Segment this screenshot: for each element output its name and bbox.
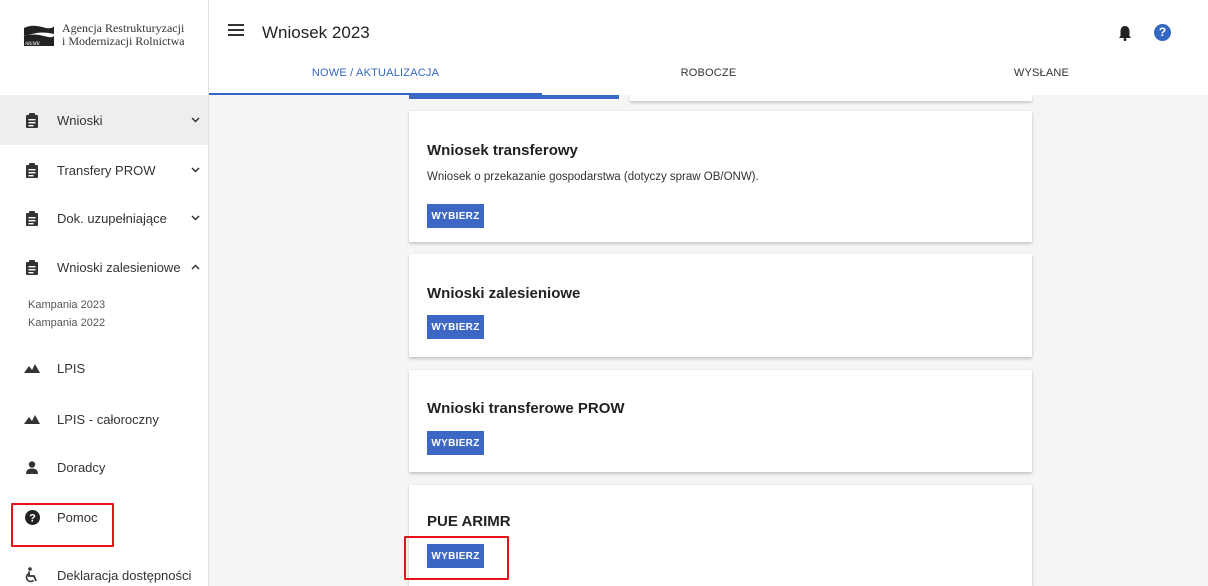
bell-icon[interactable] bbox=[1118, 25, 1132, 41]
chevron-down-icon bbox=[190, 165, 200, 175]
card-title: Wnioski zalesieniowe bbox=[427, 285, 581, 302]
clipboard-icon bbox=[24, 112, 40, 128]
clipboard-icon bbox=[24, 162, 40, 178]
sidebar-item-lpis-caloroczny[interactable]: LPIS - całoroczny bbox=[0, 394, 208, 444]
logo-mark-text: ARiMR bbox=[25, 42, 40, 47]
arimr-logo-icon: ARiMR bbox=[22, 22, 56, 48]
wybierz-button[interactable]: WYBIERZ bbox=[427, 315, 484, 339]
tab-bar: NOWE / AKTUALIZACJA ROBOCZE WYSŁANE bbox=[209, 67, 1208, 95]
logo[interactable]: ARiMR Agencja Restrukturyzacji i Moderni… bbox=[22, 22, 202, 52]
sidebar-item-wnioski-zalesieniowe[interactable]: Wnioski zalesieniowe bbox=[0, 242, 208, 292]
card-partial-button bbox=[409, 95, 619, 99]
clipboard-icon bbox=[24, 259, 40, 275]
sidebar-item-label: Dok. uzupełniające bbox=[57, 210, 167, 226]
sidebar-item-label: Wnioski zalesieniowe bbox=[57, 259, 181, 275]
sidebar-item-wnioski[interactable]: Wnioski bbox=[0, 95, 208, 145]
sidebar-item-label: Transfery PROW bbox=[57, 162, 156, 178]
terrain-icon bbox=[24, 411, 40, 427]
logo-line-2: i Modernizacji Rolnictwa bbox=[62, 34, 185, 48]
top-bar: Wniosek 2023 ? NOWE / AKTUALIZACJA ROBOC… bbox=[209, 0, 1208, 95]
sidebar-item-label: LPIS - całoroczny bbox=[57, 411, 159, 427]
page-title: Wniosek 2023 bbox=[262, 23, 370, 42]
card-wnioski-transferowe-prow: Wnioski transferowe PROW WYBIERZ bbox=[409, 370, 1032, 472]
chevron-down-icon bbox=[190, 213, 200, 223]
card-description: Wniosek o przekazanie gospodarstwa (doty… bbox=[427, 171, 759, 183]
terrain-icon bbox=[24, 360, 40, 376]
sidebar-item-label: Wnioski bbox=[57, 112, 103, 128]
sidebar-item-label: Doradcy bbox=[57, 459, 106, 475]
sidebar-item-label: LPIS bbox=[57, 360, 86, 376]
accessibility-icon bbox=[24, 567, 40, 583]
sidebar-subitem-kampania-2022[interactable]: Kampania 2022 bbox=[28, 317, 105, 329]
chevron-down-icon bbox=[190, 115, 200, 125]
wybierz-button[interactable]: WYBIERZ bbox=[427, 431, 484, 455]
logo-text: Agencja Restrukturyzacji i Modernizacji … bbox=[62, 22, 185, 48]
sidebar-item-deklaracja-dostepnosci[interactable]: Deklaracja dostępności bbox=[0, 550, 208, 586]
card-title: Wnioski transferowe PROW bbox=[427, 400, 625, 417]
card-title: PUE ARIMR bbox=[427, 513, 511, 530]
menu-icon[interactable] bbox=[228, 24, 244, 40]
sidebar-item-lpis[interactable]: LPIS bbox=[0, 343, 208, 393]
person-icon bbox=[24, 459, 40, 475]
clipboard-icon bbox=[24, 210, 40, 226]
card-wniosek-transferowy: Wniosek transferowy Wniosek o przekazani… bbox=[409, 111, 1032, 242]
sidebar-item-label: Deklaracja dostępności bbox=[57, 567, 192, 583]
card-partial bbox=[630, 95, 1032, 101]
help-icon[interactable]: ? bbox=[1154, 24, 1171, 41]
wybierz-button[interactable]: WYBIERZ bbox=[427, 204, 484, 228]
tab-wyslane[interactable]: WYSŁANE bbox=[875, 67, 1208, 95]
highlight-frame-pomoc bbox=[11, 503, 114, 547]
sidebar-subitem-kampania-2023[interactable]: Kampania 2023 bbox=[28, 299, 105, 311]
highlight-frame-wybierz bbox=[404, 536, 509, 580]
tab-robocze[interactable]: ROBOCZE bbox=[542, 67, 875, 95]
sidebar-item-transfery-prow[interactable]: Transfery PROW bbox=[0, 145, 208, 195]
card-title: Wniosek transferowy bbox=[427, 142, 578, 159]
sidebar-item-doradcy[interactable]: Doradcy bbox=[0, 442, 208, 492]
tab-nowe-aktualizacja[interactable]: NOWE / AKTUALIZACJA bbox=[209, 67, 542, 95]
chevron-up-icon bbox=[190, 262, 200, 272]
sidebar: ARiMR Agencja Restrukturyzacji i Moderni… bbox=[0, 0, 209, 586]
card-wnioski-zalesieniowe: Wnioski zalesieniowe WYBIERZ bbox=[409, 254, 1032, 357]
sidebar-item-dok-uzupelniajace[interactable]: Dok. uzupełniające bbox=[0, 193, 208, 243]
